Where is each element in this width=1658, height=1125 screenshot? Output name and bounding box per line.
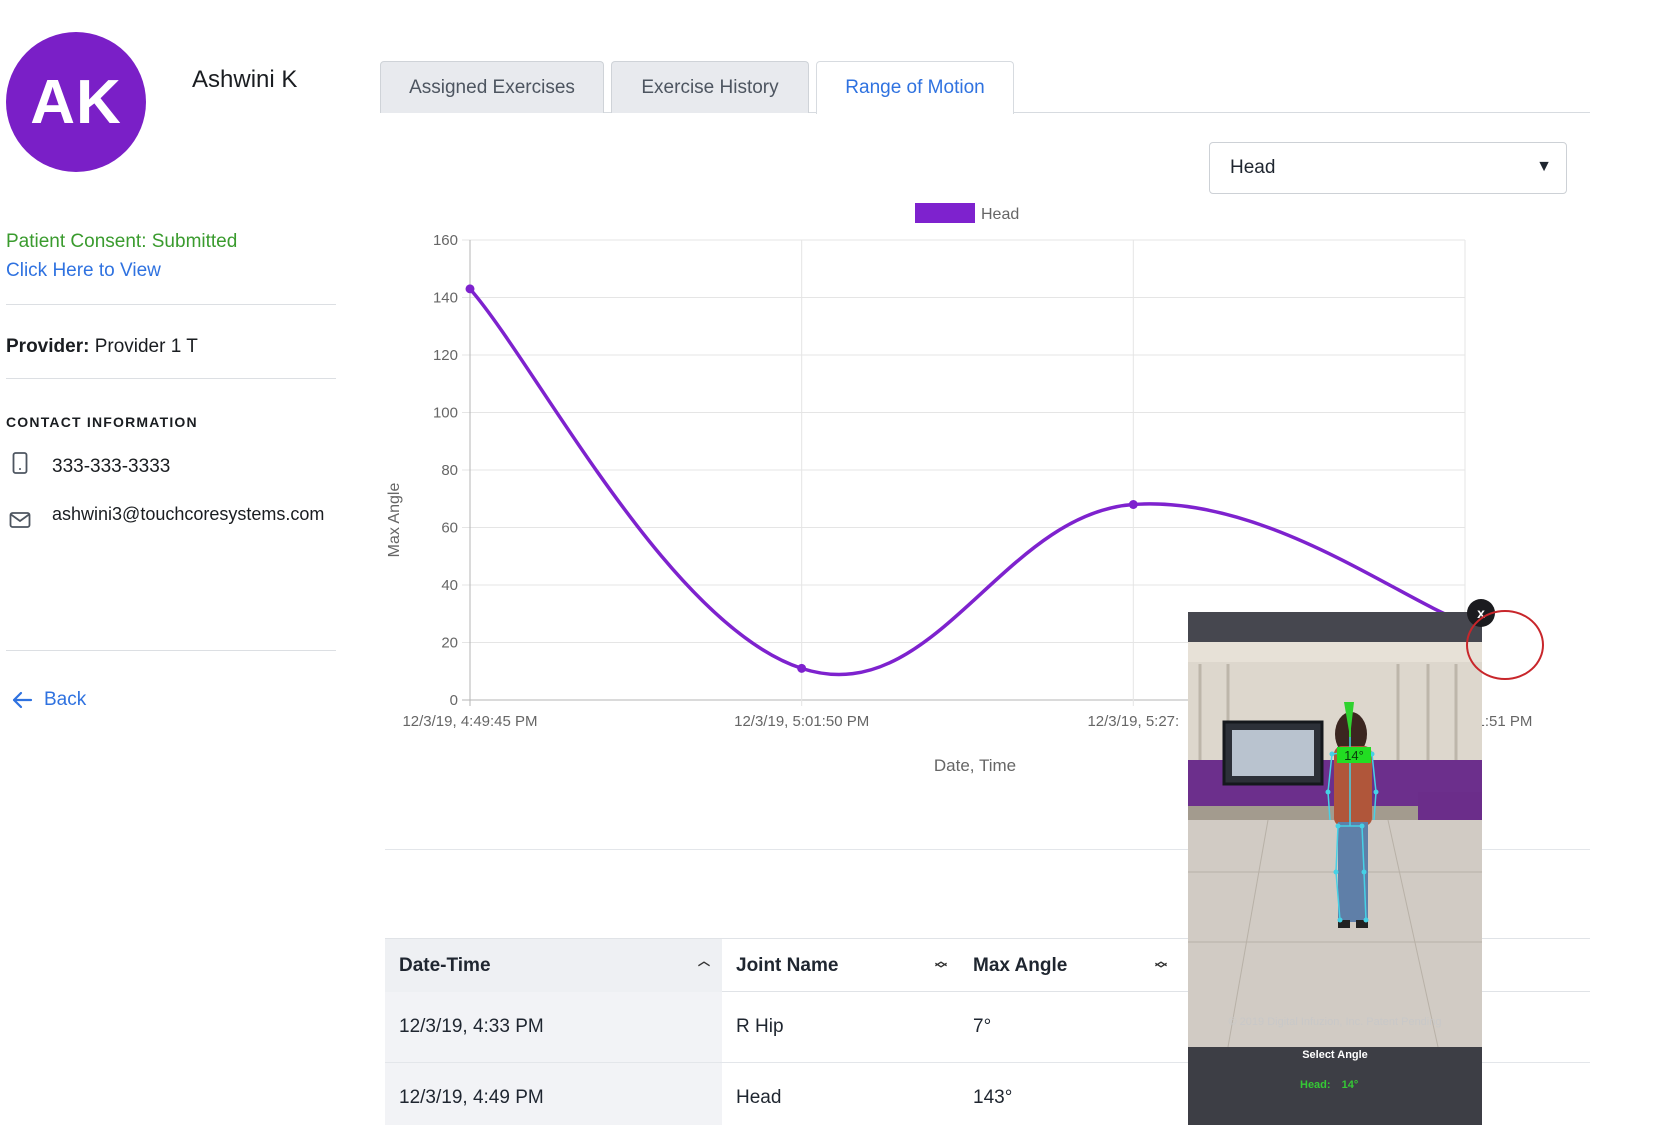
pose-video-popup: 14° © 2019 Digital Infuzion, Inc. Patent… [1188,612,1482,1125]
data-point[interactable] [465,284,475,294]
y-tick-label: 0 [450,692,458,709]
y-axis-ticks: 0 20 40 60 80 100 120 140 160 [433,232,458,709]
tab-assigned-exercises[interactable]: Assigned Exercises [380,61,604,113]
cell-joint: R Hip [736,1016,784,1037]
divider [6,650,336,651]
email-address: ashwini3@touchcoresystems.com [52,504,325,524]
pose-video-frame: 14° [1188,642,1482,1047]
column-header-joint-name[interactable]: Joint Name ︿ ﹀ [722,939,959,992]
angle-tag: 14° [1344,748,1364,763]
back-button[interactable]: Back [10,688,86,712]
y-tick-label: 80 [441,462,458,479]
select-angle-label: Select Angle [1302,1049,1368,1061]
cell-angle: 143° [973,1087,1013,1108]
caret-down-icon: ▼ [1536,158,1552,175]
data-point[interactable] [797,663,807,673]
data-point[interactable] [1128,500,1138,509]
view-consent-link[interactable]: Click Here to View [6,260,161,282]
head-angle-label: Head: [1300,1079,1331,1091]
x-axis-title: Date, Time [934,756,1016,775]
y-tick-label: 120 [433,347,458,364]
x-tick-label: 12/3/19, 4:49:45 PM [402,713,537,730]
cell-joint: Head [736,1087,782,1108]
mail-icon [9,512,31,528]
y-tick-label: 100 [433,405,458,422]
y-tick-label: 140 [433,290,458,307]
avatar: AK [6,32,146,172]
cell-angle: 7° [973,1016,992,1037]
video-watermark: © 2019 Digital Infuzion, Inc. Patent Pen… [1228,1016,1442,1028]
x-tick-label: 12/3/19, 5:01:50 PM [734,713,869,730]
back-label: Back [44,689,87,710]
divider [6,304,336,305]
joint-select-value: Head [1230,157,1276,178]
column-label: Joint Name [736,954,839,976]
y-tick-label: 160 [433,232,458,249]
column-label: Date-Time [399,954,491,976]
cell-datetime: 12/3/19, 4:49 PM [385,1063,722,1125]
video-topbar [1188,612,1482,642]
column-header-datetime[interactable]: Date-Time ︿ [385,939,722,992]
divider [6,378,336,379]
column-header-max-angle[interactable]: Max Angle ︿ ﹀ [959,939,1179,992]
joint-select[interactable]: Head ▼ [1209,142,1567,194]
sort-icon: ︿ ﹀ [1154,954,1167,976]
x-tick-label: 12/3/19, 5:27: [1087,713,1179,730]
provider-label: Provider: [6,336,90,357]
arrow-left-icon [12,691,33,709]
contact-heading: CONTACT INFORMATION [6,414,198,430]
y-tick-label: 20 [441,635,458,652]
cell-datetime: 12/3/19, 4:33 PM [385,992,722,1062]
y-tick-label: 40 [441,577,458,594]
legend-swatch [915,203,975,223]
patient-name: Ashwini K [192,66,298,93]
sort-ascending-icon: ︿ [697,954,710,968]
phone-number: 333-333-3333 [52,456,171,477]
provider-info: Provider: Provider 1 T [6,336,198,358]
provider-value: Provider 1 T [94,336,198,357]
y-tick-label: 60 [441,520,458,537]
sort-icon: ︿ ﹀ [934,954,947,976]
highlight-circle [1466,610,1544,680]
y-axis-title: Max Angle [386,483,403,558]
phone-icon [12,452,28,474]
head-angle-readout: Head: 14° [1300,1079,1358,1091]
head-angle-value: 14° [1341,1079,1359,1091]
patient-consent-status: Patient Consent: Submitted [6,231,238,252]
tab-exercise-history[interactable]: Exercise History [611,61,809,113]
tab-range-of-motion[interactable]: Range of Motion [816,61,1014,114]
legend-label: Head [981,206,1019,223]
column-label: Max Angle [973,954,1068,976]
